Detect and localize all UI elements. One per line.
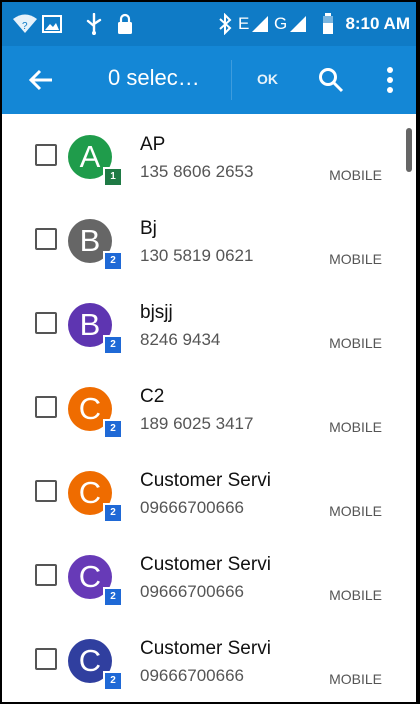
contact-name: bjsjj [140,302,173,323]
sim-badge: 2 [103,335,123,355]
usb-icon [86,13,102,35]
contact-name: Customer Servi [140,470,271,491]
bluetooth-icon [219,13,232,35]
lock-icon [118,13,132,34]
contact-name: Bj [140,218,157,239]
contact-number: 135 8606 2653 [140,162,254,181]
sim-badge: 2 [103,671,123,691]
contact-row[interactable]: C 2 C2 189 6025 3417 MOBILE [2,366,416,450]
wifi-icon: ? [13,14,37,33]
phone-type: MOBILE [329,167,382,183]
sim-badge: 2 [103,587,123,607]
select-checkbox[interactable] [35,144,57,166]
status-time: 8:10 AM [345,14,410,33]
contact-number: 09666700666 [140,498,245,517]
contact-row[interactable]: C 2 Customer Servi 09666700666 MOBILE [2,450,416,534]
contact-number: 09666700666 [140,666,245,685]
signal-icon [252,16,268,32]
contact-row[interactable]: B 2 Bj 130 5819 0621 MOBILE [2,198,416,282]
contact-number: 130 5819 0621 [140,246,254,265]
back-arrow-icon[interactable] [28,68,54,92]
sim-badge: 2 [103,419,123,439]
sim-badge: 1 [103,167,123,187]
phone-type: MOBILE [329,251,382,267]
select-checkbox[interactable] [35,648,57,670]
contact-name: Customer Servi [140,554,271,575]
contact-number: 09666700666 [140,582,245,601]
signal-icon [290,16,306,32]
contact-row[interactable]: C 2 Customer Servi 09666700666 MOBILE [2,618,416,702]
contact-name: C2 [140,386,165,407]
contact-list[interactable]: A 1 AP 135 8606 2653 MOBILE B 2 Bj 130 5… [2,114,416,702]
select-checkbox[interactable] [35,396,57,418]
contact-name: AP [140,134,166,155]
select-checkbox[interactable] [35,564,57,586]
phone-type: MOBILE [329,587,382,603]
screen: ? E G 8:10 AM 0 selec… OK A 1 AP 135 860… [2,2,416,702]
contact-row[interactable]: C 2 Customer Servi 09666700666 MOBILE [2,534,416,618]
more-vert-icon[interactable] [385,66,395,94]
selection-title: 0 selec… [108,65,200,90]
contact-number: 8246 9434 [140,330,221,349]
phone-type: MOBILE [329,503,382,519]
svg-text:?: ? [22,21,28,32]
phone-type: MOBILE [329,335,382,351]
app-bar-divider [231,60,232,100]
contact-row[interactable]: B 2 bjsjj 8246 9434 MOBILE [2,282,416,366]
sim-badge: 2 [103,503,123,523]
select-checkbox[interactable] [35,480,57,502]
network-e-label: E [238,14,250,33]
phone-type: MOBILE [329,419,382,435]
ok-button[interactable]: OK [257,71,278,87]
contact-row[interactable]: A 1 AP 135 8606 2653 MOBILE [2,114,416,198]
image-icon [42,15,62,33]
network-g-label: G [274,14,288,33]
select-checkbox[interactable] [35,228,57,250]
phone-type: MOBILE [329,671,382,687]
sim-badge: 2 [103,251,123,271]
battery-icon [323,13,333,34]
phone-frame: ? E G 8:10 AM 0 selec… OK A 1 AP 135 860… [0,0,420,704]
status-bar: ? E G 8:10 AM [2,2,416,46]
search-icon[interactable] [318,67,344,93]
contact-name: Customer Servi [140,638,271,659]
app-bar: 0 selec… OK [2,46,416,114]
select-checkbox[interactable] [35,312,57,334]
contact-number: 189 6025 3417 [140,414,254,433]
